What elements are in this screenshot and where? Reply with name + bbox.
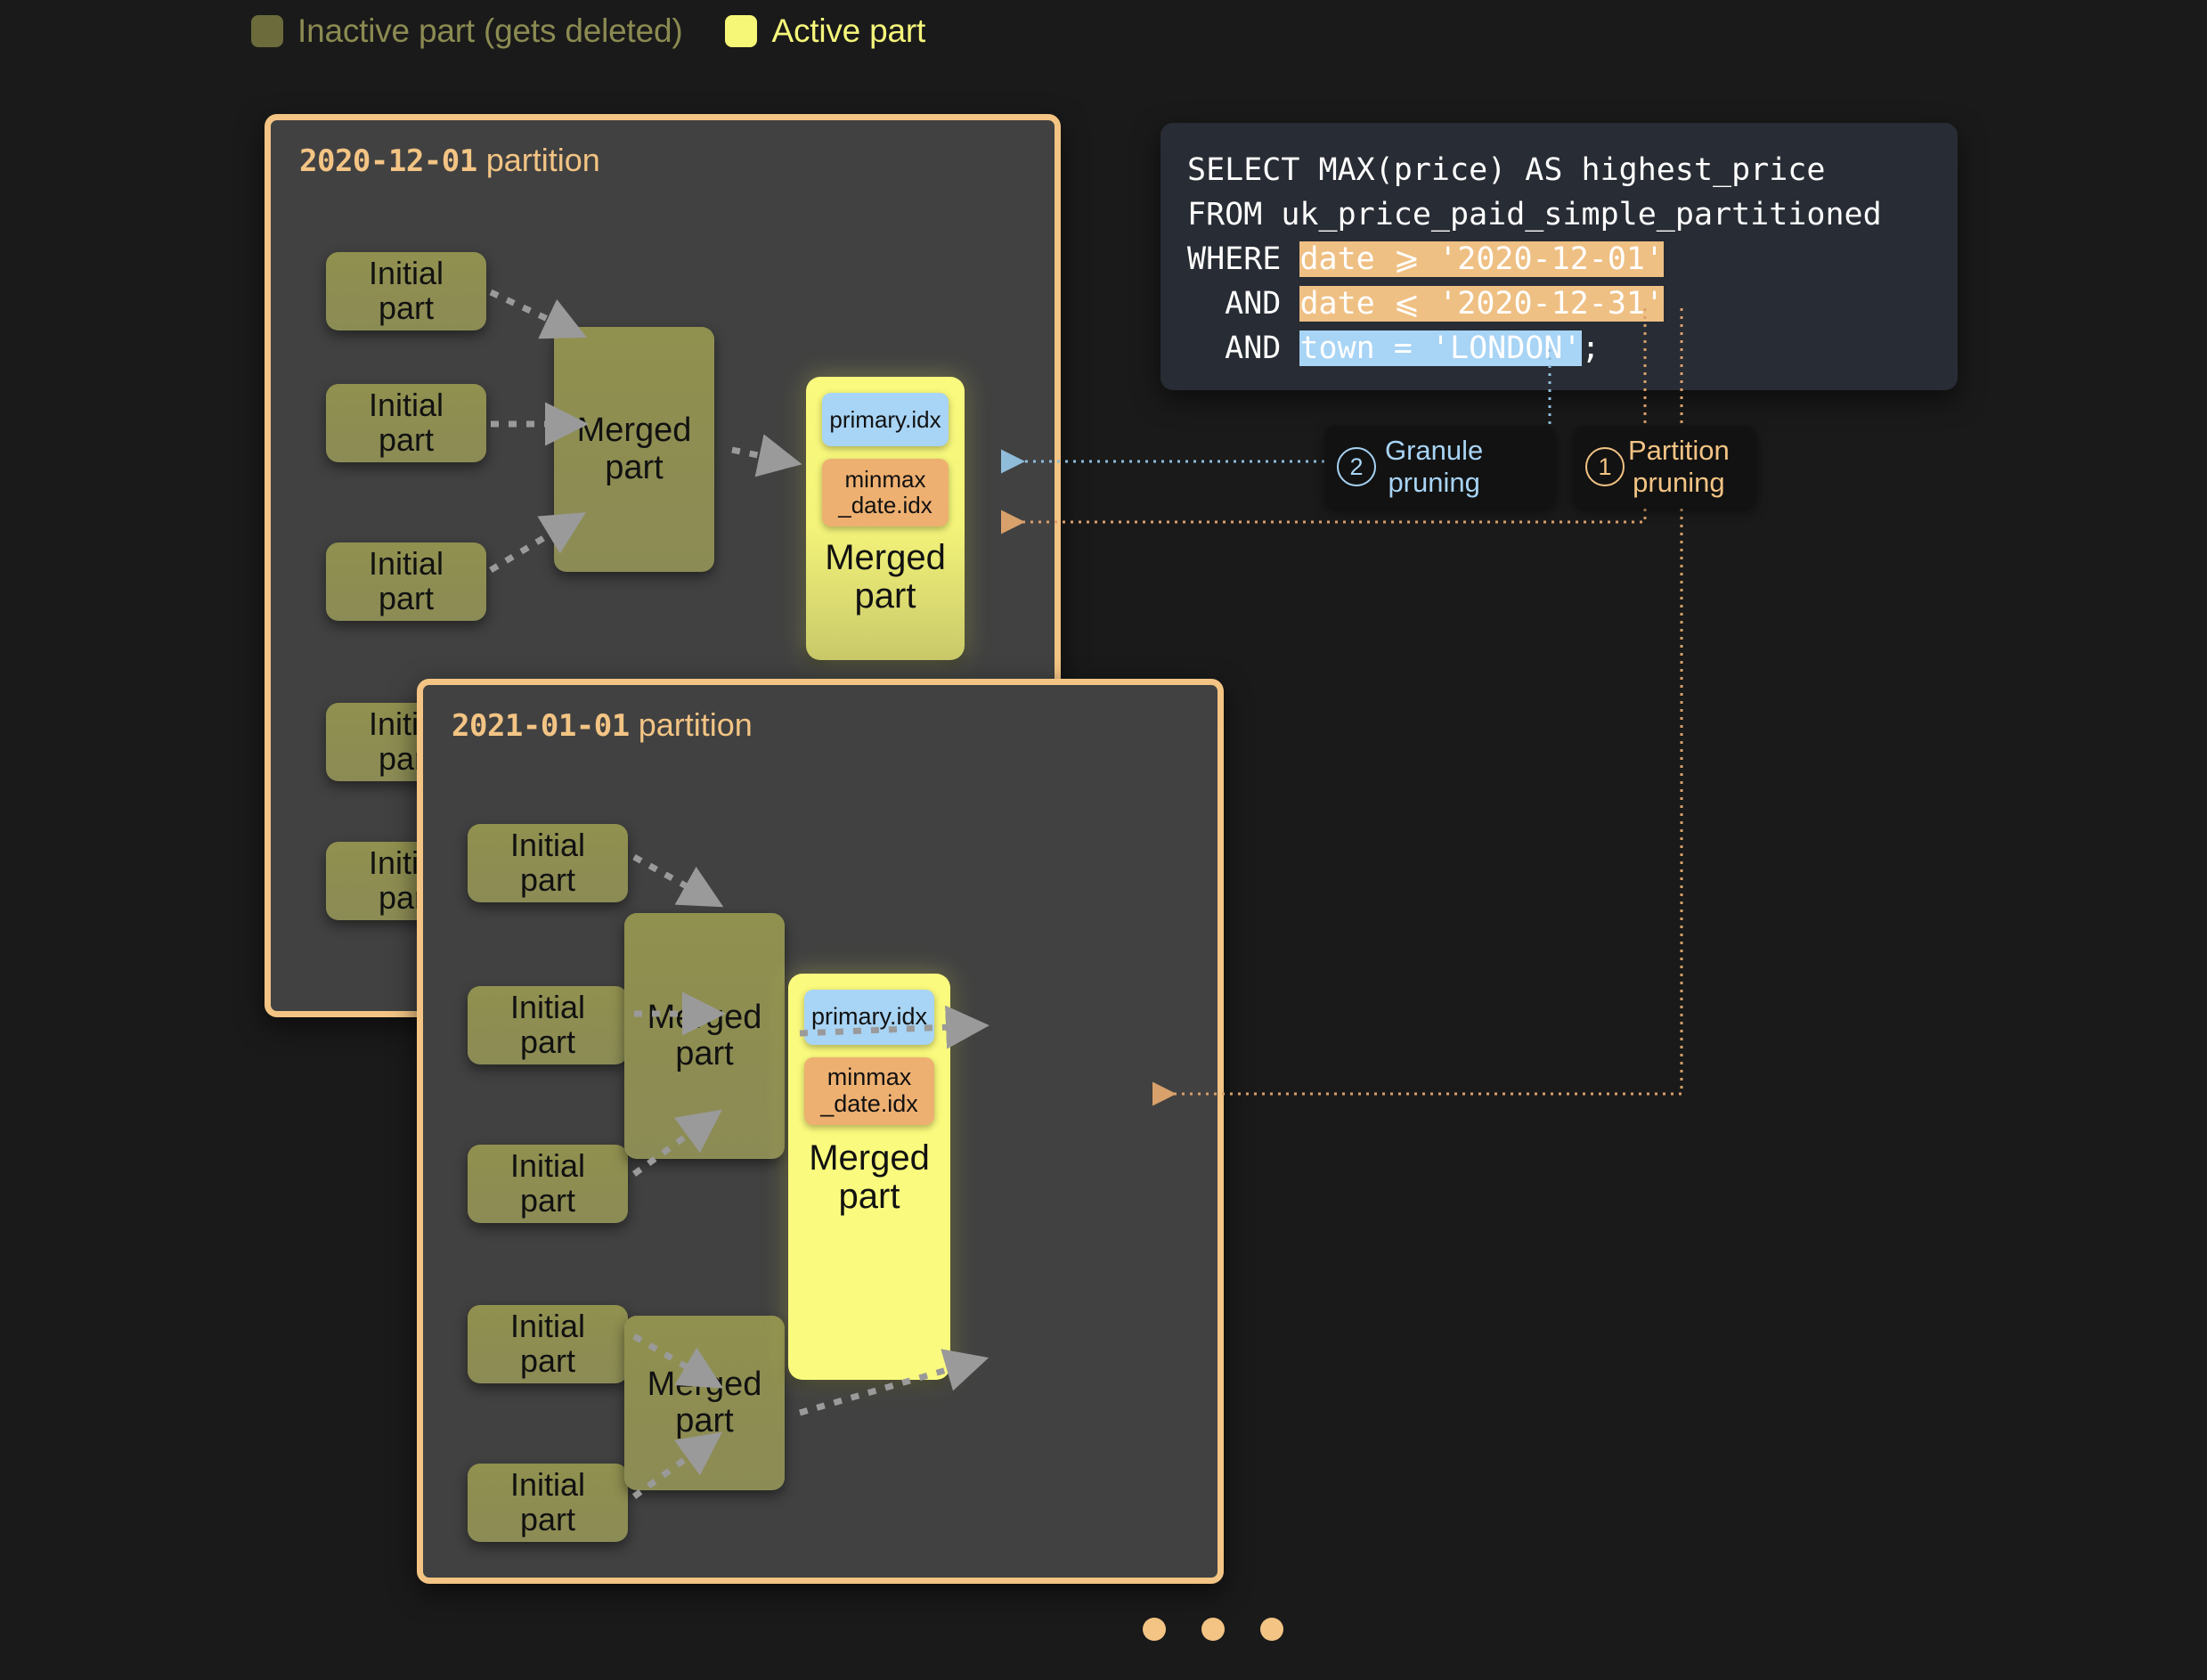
annotation-partition-pruning[interactable]: 1 Partition pruning <box>1573 426 1756 508</box>
annotation-number-icon: 1 <box>1585 447 1625 486</box>
diagram-canvas: Inactive part (gets deleted) Active part… <box>0 0 2207 1680</box>
pruning-connector-layer <box>0 0 2207 1680</box>
annotation-granule-pruning[interactable]: 2 Granule pruning <box>1324 426 1556 508</box>
annotation-number-icon: 2 <box>1337 447 1376 486</box>
annotation-label: Partition pruning <box>1628 435 1730 499</box>
annotation-label: Granule pruning <box>1385 435 1483 499</box>
